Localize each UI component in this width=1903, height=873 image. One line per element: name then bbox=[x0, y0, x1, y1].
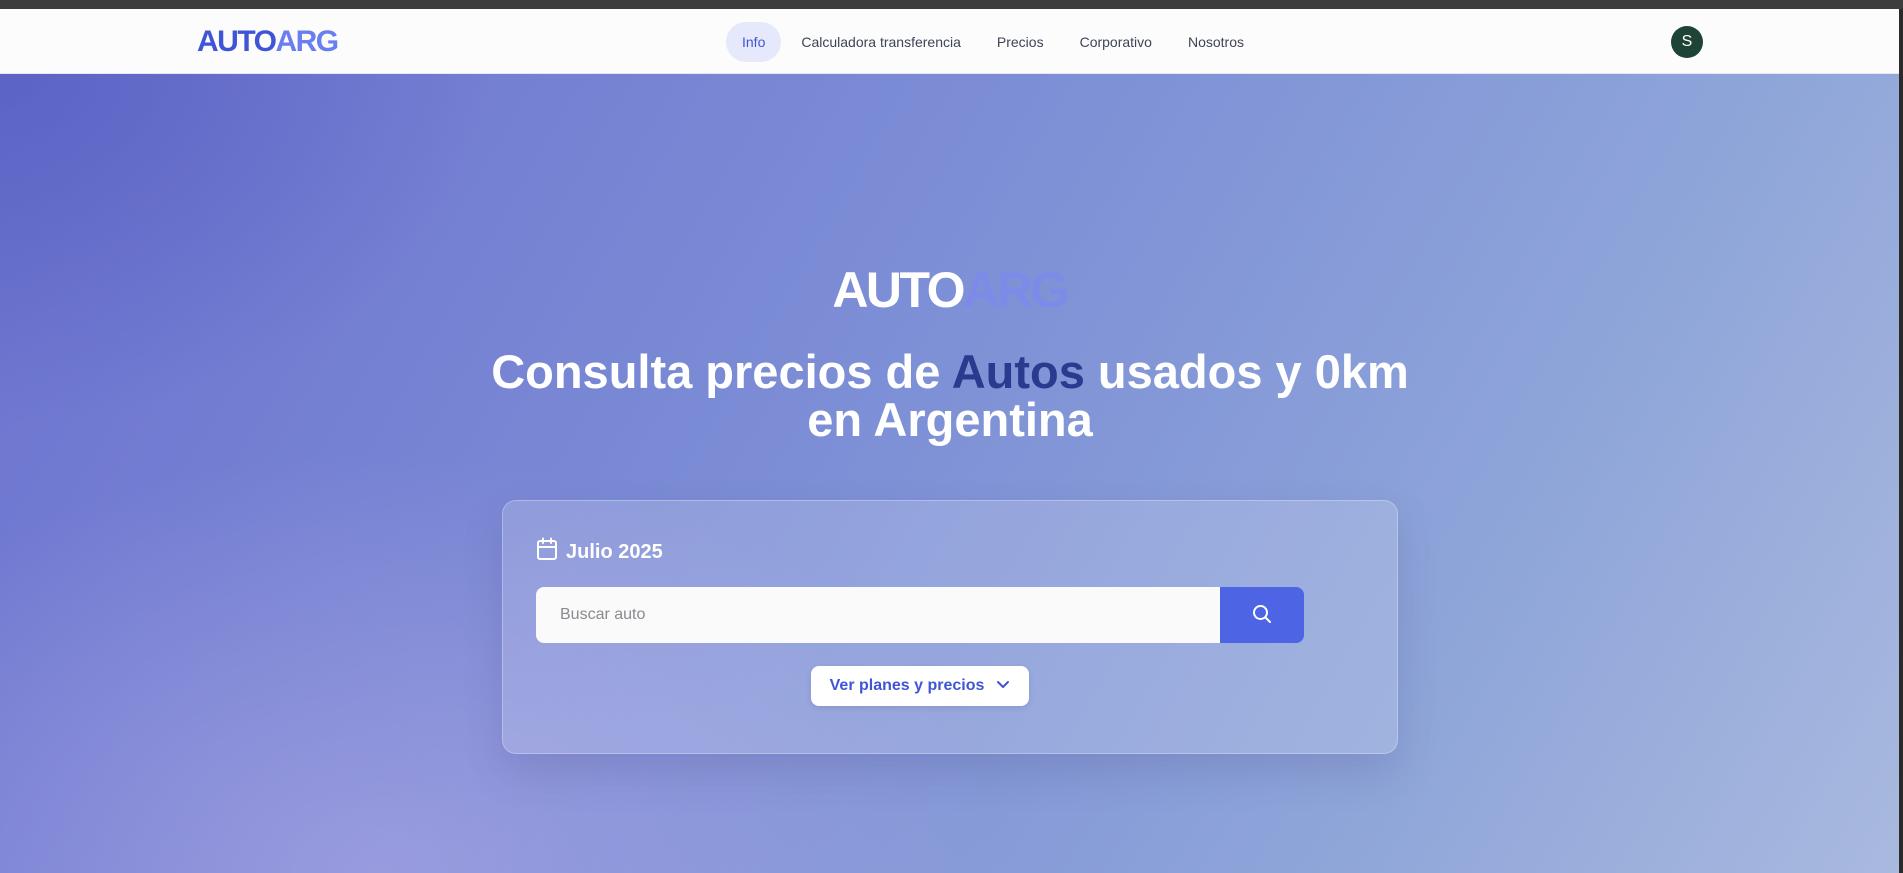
search-card: Julio 2025 Ver planes y precios bbox=[502, 500, 1398, 754]
brand-logo[interactable]: AUTOARG bbox=[197, 25, 339, 59]
headline-highlight: Autos bbox=[951, 345, 1085, 398]
calendar-icon bbox=[536, 537, 558, 567]
nav-item-precios[interactable]: Precios bbox=[981, 22, 1060, 62]
search-icon bbox=[1252, 604, 1272, 627]
nav-item-nosotros[interactable]: Nosotros bbox=[1172, 22, 1260, 62]
browser-top-strip bbox=[0, 0, 1903, 9]
date-label: Julio 2025 bbox=[566, 540, 663, 563]
nav-item-info[interactable]: Info bbox=[726, 22, 782, 62]
page-window: AUTOARG Info Calculadora transferencia P… bbox=[0, 9, 1899, 873]
main-nav: Info Calculadora transferencia Precios C… bbox=[726, 22, 1260, 62]
search-box bbox=[536, 587, 1304, 643]
brand-logo-part-auto: AUTO bbox=[197, 25, 277, 58]
hero-section: AUTOARG Consulta precios de Autos usados… bbox=[0, 74, 1899, 873]
hero-headline: Consulta precios de Autos usados y 0km e… bbox=[460, 348, 1440, 444]
search-button[interactable] bbox=[1220, 587, 1304, 643]
headline-text-before: Consulta precios de bbox=[491, 345, 952, 398]
date-row: Julio 2025 bbox=[536, 537, 663, 567]
user-avatar[interactable]: S bbox=[1671, 26, 1703, 58]
hero-logo-part-arg: ARG bbox=[963, 262, 1069, 318]
hero-logo: AUTOARG bbox=[0, 262, 1899, 318]
navbar: AUTOARG Info Calculadora transferencia P… bbox=[0, 9, 1899, 74]
window-right-edge bbox=[1899, 9, 1903, 873]
brand-logo-part-arg: ARG bbox=[275, 25, 339, 58]
view-plans-button[interactable]: Ver planes y precios bbox=[811, 666, 1029, 706]
hero-logo-part-auto: AUTO bbox=[832, 262, 965, 318]
search-input[interactable] bbox=[536, 587, 1220, 643]
chevron-down-icon bbox=[996, 677, 1010, 695]
nav-item-calculadora-transferencia[interactable]: Calculadora transferencia bbox=[785, 22, 977, 62]
view-plans-label: Ver planes y precios bbox=[829, 677, 985, 694]
nav-item-corporativo[interactable]: Corporativo bbox=[1064, 22, 1168, 62]
